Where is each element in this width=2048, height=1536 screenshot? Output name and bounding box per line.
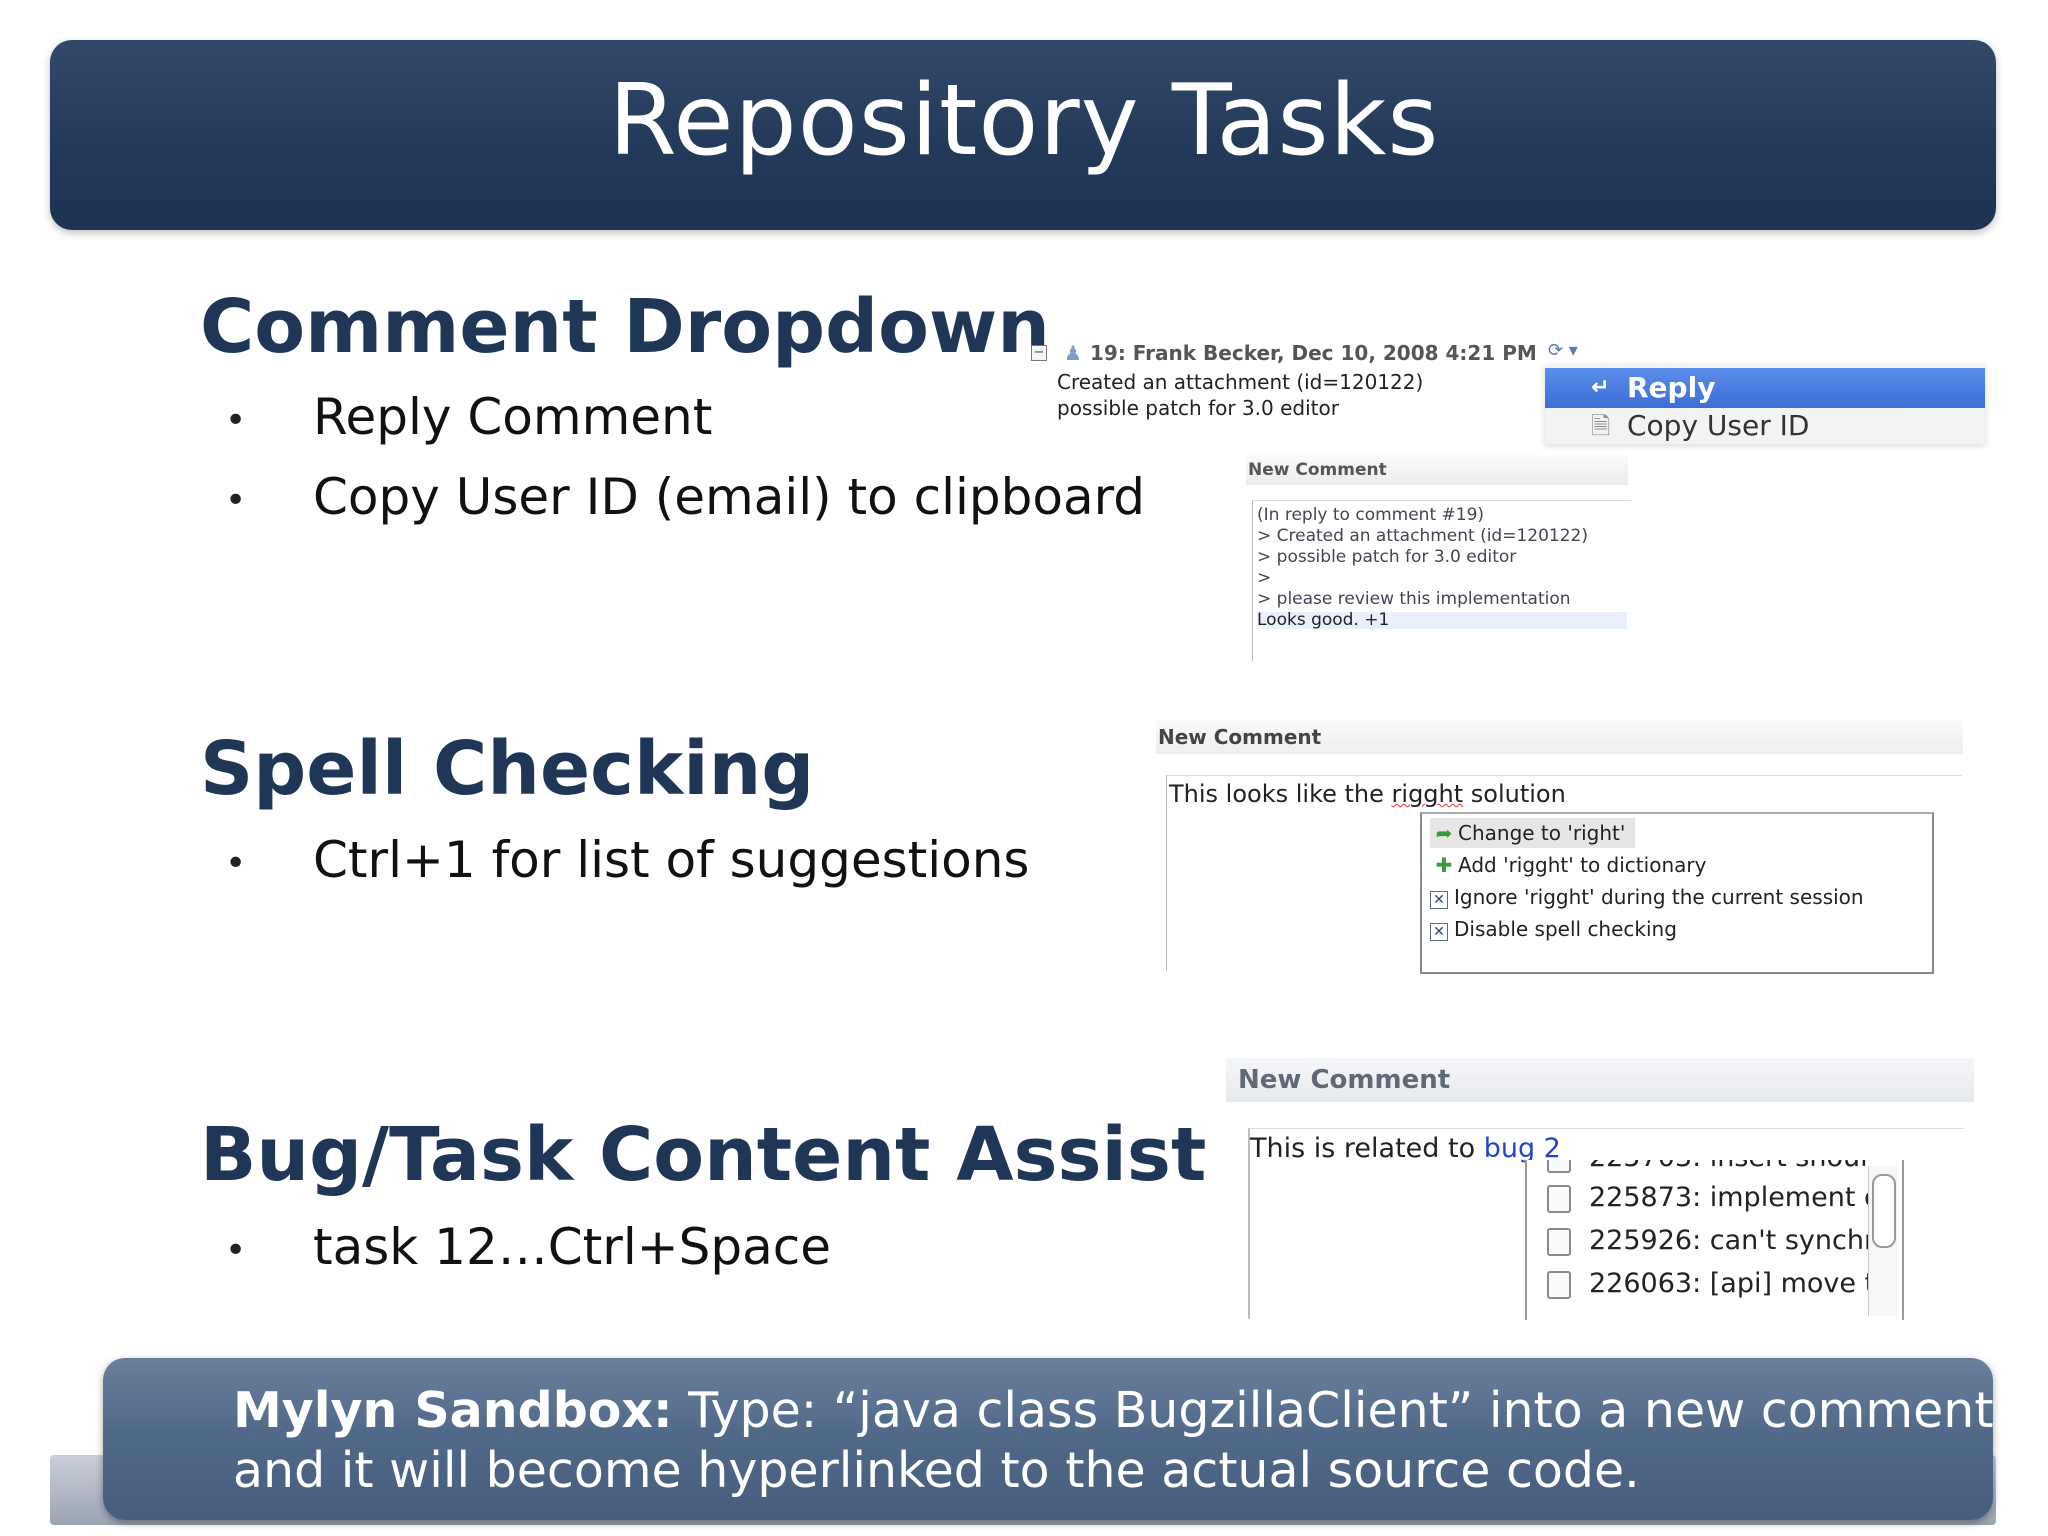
assist-item[interactable]: 225703: insert shoul bbox=[1547, 1160, 1868, 1178]
section-heading-spell-checking: Spell Checking bbox=[200, 726, 815, 812]
content-assist-popup: 225703: insert shoul 225873: implement c… bbox=[1525, 1160, 1904, 1320]
quoted-line: > Created an attachment (id=120122) bbox=[1257, 526, 1588, 546]
slide-title: Repository Tasks bbox=[608, 64, 1440, 178]
task-icon bbox=[1547, 1184, 1571, 1213]
comment-menu-dropdown-icon[interactable]: ⟳ ▾ bbox=[1548, 340, 1578, 361]
bullet-ctrl-1-suggestions: • Ctrl+1 for list of suggestions bbox=[225, 831, 1030, 889]
bullet-dot: • bbox=[225, 842, 247, 884]
person-icon: ♟ bbox=[1064, 341, 1082, 365]
task-icon bbox=[1547, 1160, 1571, 1173]
new-comment-section-label: New Comment bbox=[1226, 1058, 1974, 1102]
assist-item[interactable]: 226063: [api] move to bbox=[1547, 1264, 1892, 1304]
menu-item-reply[interactable]: ↵ Reply bbox=[1545, 368, 1985, 408]
suggestion-ignore-session[interactable]: ✕ Ignore 'rigght' during the current sess… bbox=[1430, 882, 1864, 912]
task-icon bbox=[1547, 1227, 1571, 1256]
bullet-reply-comment: • Reply Comment bbox=[225, 388, 713, 446]
footer-callout: Mylyn Sandbox: Type: “java class Bugzill… bbox=[103, 1358, 1994, 1520]
change-arrow-icon: ➦ bbox=[1435, 821, 1453, 845]
add-plus-icon: ✚ bbox=[1435, 853, 1453, 877]
section-heading-content-assist: Bug/Task Content Assist bbox=[200, 1112, 1207, 1198]
typed-reply-line: Looks good. +1 bbox=[1257, 612, 1627, 629]
footer-label: Mylyn Sandbox: bbox=[233, 1382, 673, 1439]
bullet-dot: • bbox=[225, 1229, 247, 1271]
assist-scrollbar[interactable] bbox=[1868, 1166, 1897, 1316]
misspelled-word[interactable]: rigght bbox=[1392, 780, 1464, 808]
quoted-line: (In reply to comment #19) bbox=[1257, 505, 1485, 525]
comment-header: 19: Frank Becker, Dec 10, 2008 4:21 PM bbox=[1090, 341, 1537, 365]
assist-item[interactable]: 225873: implement c bbox=[1547, 1178, 1879, 1218]
copy-document-icon: 🗎 bbox=[1591, 412, 1611, 440]
bullet-dot: • bbox=[225, 399, 247, 441]
quoted-line: > please review this implementation bbox=[1257, 589, 1571, 609]
section-heading-comment-dropdown: Comment Dropdown bbox=[200, 284, 1050, 370]
quoted-line: > possible patch for 3.0 editor bbox=[1257, 547, 1517, 567]
ignore-x-icon: ✕ bbox=[1430, 891, 1448, 909]
task-icon bbox=[1547, 1270, 1571, 1299]
scrollbar-thumb[interactable] bbox=[1872, 1174, 1896, 1248]
comment-editor-text: This is related to bug 2 bbox=[1250, 1133, 1561, 1164]
quoted-line: > bbox=[1257, 568, 1272, 588]
suggestion-add-to-dictionary[interactable]: ✚ Add 'rigght' to dictionary bbox=[1430, 850, 1707, 880]
comment-body-line: possible patch for 3.0 editor bbox=[1057, 396, 1339, 420]
new-comment-section-label: New Comment bbox=[1246, 455, 1628, 485]
suggestion-change-to-right[interactable]: ➦ Change to 'right' bbox=[1430, 818, 1636, 848]
spelling-suggestions-popup: ➦ Change to 'right' ✚ Add 'rigght' to dict… bbox=[1420, 812, 1934, 974]
comment-context-menu: ↵ Reply 🗎 Copy User ID bbox=[1545, 364, 1985, 444]
suggestion-disable-spell-checking[interactable]: ✕ Disable spell checking bbox=[1430, 914, 1677, 944]
bullet-copy-user-id: • Copy User ID (email) to clipboard bbox=[225, 468, 1146, 526]
footer-line-1: Mylyn Sandbox: Type: “java class Bugzill… bbox=[233, 1382, 1994, 1439]
new-comment-editor[interactable]: (In reply to comment #19) > Created an a… bbox=[1252, 500, 1631, 661]
collapse-toggle-icon[interactable]: − bbox=[1031, 345, 1047, 361]
menu-item-copy-user-id[interactable]: 🗎 Copy User ID bbox=[1545, 408, 1985, 444]
bullet-dot: • bbox=[225, 479, 247, 521]
assist-item[interactable]: 225926: can't synchr bbox=[1547, 1221, 1875, 1261]
comment-body-line: Created an attachment (id=120122) bbox=[1057, 370, 1424, 394]
disable-x-icon: ✕ bbox=[1430, 923, 1448, 941]
reply-arrow-icon: ↵ bbox=[1591, 375, 1610, 400]
footer-line-2: and it will become hyperlinked to the ac… bbox=[233, 1442, 1640, 1499]
bullet-task-ctrl-space: • task 12…Ctrl+Space bbox=[225, 1218, 831, 1276]
new-comment-section-label: New Comment bbox=[1156, 720, 1963, 754]
comment-editor-text: This looks like the rigght solution bbox=[1169, 780, 1566, 808]
